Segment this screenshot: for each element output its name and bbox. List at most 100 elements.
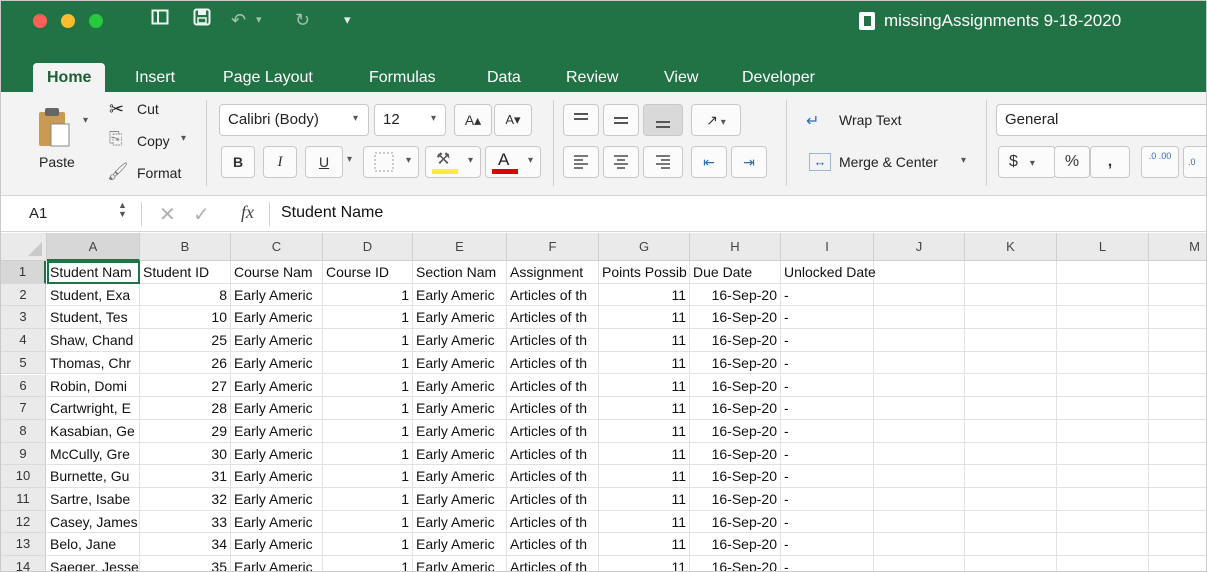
table-cell[interactable] — [965, 465, 1057, 488]
table-cell[interactable] — [1057, 283, 1149, 307]
row-header[interactable]: 13 — [1, 533, 46, 557]
redo-icon[interactable]: ↻ — [295, 8, 310, 32]
table-cell[interactable]: Early Americ — [231, 419, 323, 443]
table-cell[interactable]: Early Americ — [413, 283, 507, 307]
italic-button[interactable]: I — [263, 146, 297, 178]
row-header[interactable]: 11 — [1, 488, 46, 511]
table-cell[interactable]: 1 — [323, 397, 413, 420]
row-header[interactable]: 4 — [1, 329, 46, 352]
table-cell[interactable]: 16-Sep-20 — [690, 397, 781, 420]
table-cell[interactable]: Articles of th — [507, 533, 599, 557]
wrap-text-icon[interactable]: ↵ — [806, 111, 819, 131]
table-cell[interactable]: Early Americ — [231, 533, 323, 557]
table-cell[interactable]: Early Americ — [413, 329, 507, 352]
table-cell[interactable] — [1057, 374, 1149, 398]
table-cell[interactable]: Early Americ — [231, 306, 323, 330]
table-cell[interactable]: 10 — [140, 306, 231, 330]
row-header[interactable]: 9 — [1, 442, 46, 466]
table-cell[interactable]: 11 — [599, 556, 690, 571]
table-cell[interactable] — [874, 442, 965, 466]
table-cell[interactable] — [965, 419, 1057, 443]
underline-button[interactable]: U — [305, 146, 343, 178]
table-cell[interactable]: Early Americ — [231, 510, 323, 534]
undo-dropdown-icon[interactable]: ▾ — [256, 8, 262, 32]
table-cell[interactable] — [874, 283, 965, 307]
table-cell[interactable]: 11 — [599, 465, 690, 488]
row-header[interactable]: 5 — [1, 351, 46, 375]
bold-button[interactable]: B — [221, 146, 255, 178]
table-cell[interactable]: - — [781, 465, 874, 488]
font-size-dropdown[interactable]: 12 ▾ — [374, 104, 446, 136]
table-cell[interactable] — [965, 488, 1057, 511]
name-box-stepper-icon[interactable]: ▲ ▼ — [118, 201, 127, 219]
table-cell[interactable]: 11 — [599, 374, 690, 398]
table-cell[interactable]: Early Americ — [231, 374, 323, 398]
table-cell[interactable]: - — [781, 397, 874, 420]
table-cell[interactable]: 1 — [323, 442, 413, 466]
table-cell[interactable] — [1149, 420, 1206, 443]
table-cell[interactable] — [1057, 533, 1149, 557]
table-cell[interactable]: - — [781, 442, 874, 466]
column-header-l[interactable]: L — [1057, 233, 1149, 261]
table-cell[interactable]: Early Americ — [231, 442, 323, 466]
table-cell[interactable]: 16-Sep-20 — [690, 488, 781, 511]
table-cell[interactable] — [874, 465, 965, 488]
table-cell[interactable]: 16-Sep-20 — [690, 556, 781, 571]
table-cell[interactable]: Early Americ — [413, 306, 507, 330]
row-header[interactable]: 6 — [1, 374, 46, 398]
table-cell[interactable]: Articles of th — [507, 306, 599, 330]
table-cell[interactable]: Early Americ — [413, 488, 507, 511]
table-cell[interactable]: 26 — [140, 351, 231, 375]
table-cell[interactable] — [965, 306, 1057, 330]
align-bottom-button[interactable] — [643, 104, 683, 136]
paste-icon[interactable] — [37, 106, 71, 148]
fill-color-button[interactable]: ⚒ ▾ — [425, 146, 481, 178]
table-cell[interactable]: 11 — [599, 329, 690, 352]
formula-input[interactable]: Student Name — [281, 204, 383, 222]
table-cell[interactable]: - — [781, 306, 874, 330]
currency-button[interactable]: $ ▾ — [998, 146, 1056, 178]
table-cell[interactable] — [965, 374, 1057, 398]
column-header-j[interactable]: J — [874, 233, 965, 261]
align-top-button[interactable] — [563, 104, 599, 136]
header-cell[interactable] — [874, 261, 965, 284]
decrease-font-size-button[interactable]: A▾ — [494, 104, 532, 136]
header-cell[interactable] — [1149, 261, 1206, 284]
table-cell[interactable]: 16-Sep-20 — [690, 510, 781, 534]
table-cell[interactable]: - — [781, 533, 874, 557]
table-cell[interactable]: 1 — [323, 283, 413, 307]
table-cell[interactable]: Early Americ — [413, 397, 507, 420]
table-cell[interactable]: 11 — [599, 442, 690, 466]
table-cell[interactable]: - — [781, 351, 874, 375]
table-cell[interactable]: Articles of th — [507, 419, 599, 443]
orientation-button[interactable]: ↗ ▾ — [691, 104, 741, 136]
tab-view[interactable]: View — [656, 63, 706, 92]
header-cell[interactable]: Section Nam — [413, 261, 507, 284]
table-cell[interactable]: Early Americ — [231, 488, 323, 511]
tab-formulas[interactable]: Formulas — [361, 63, 444, 92]
tab-review[interactable]: Review — [558, 63, 626, 92]
sidebar-toggle-icon[interactable] — [151, 8, 169, 32]
column-header-b[interactable]: B — [140, 233, 231, 261]
table-cell[interactable] — [1057, 419, 1149, 443]
table-cell[interactable]: 11 — [599, 510, 690, 534]
row-header[interactable]: 2 — [1, 283, 46, 307]
table-cell[interactable]: 16-Sep-20 — [690, 419, 781, 443]
font-color-button[interactable]: A ▾ — [485, 146, 541, 178]
table-cell[interactable]: 1 — [323, 533, 413, 557]
column-header-e[interactable]: E — [413, 233, 507, 261]
table-cell[interactable] — [1057, 397, 1149, 420]
table-cell[interactable]: Articles of th — [507, 556, 599, 571]
paste-dropdown-icon[interactable]: ▾ — [83, 115, 88, 126]
table-cell[interactable]: Early Americ — [413, 419, 507, 443]
table-cell[interactable]: 11 — [599, 351, 690, 375]
table-cell[interactable] — [1149, 306, 1206, 330]
table-cell[interactable]: Articles of th — [507, 397, 599, 420]
table-cell[interactable]: 1 — [323, 465, 413, 488]
header-cell[interactable]: Course Nam — [231, 261, 323, 284]
table-cell[interactable]: 16-Sep-20 — [690, 329, 781, 352]
table-cell[interactable]: 31 — [140, 465, 231, 488]
row-header[interactable]: 1 — [1, 261, 46, 284]
table-cell[interactable]: 16-Sep-20 — [690, 374, 781, 398]
table-cell[interactable]: 1 — [323, 306, 413, 330]
